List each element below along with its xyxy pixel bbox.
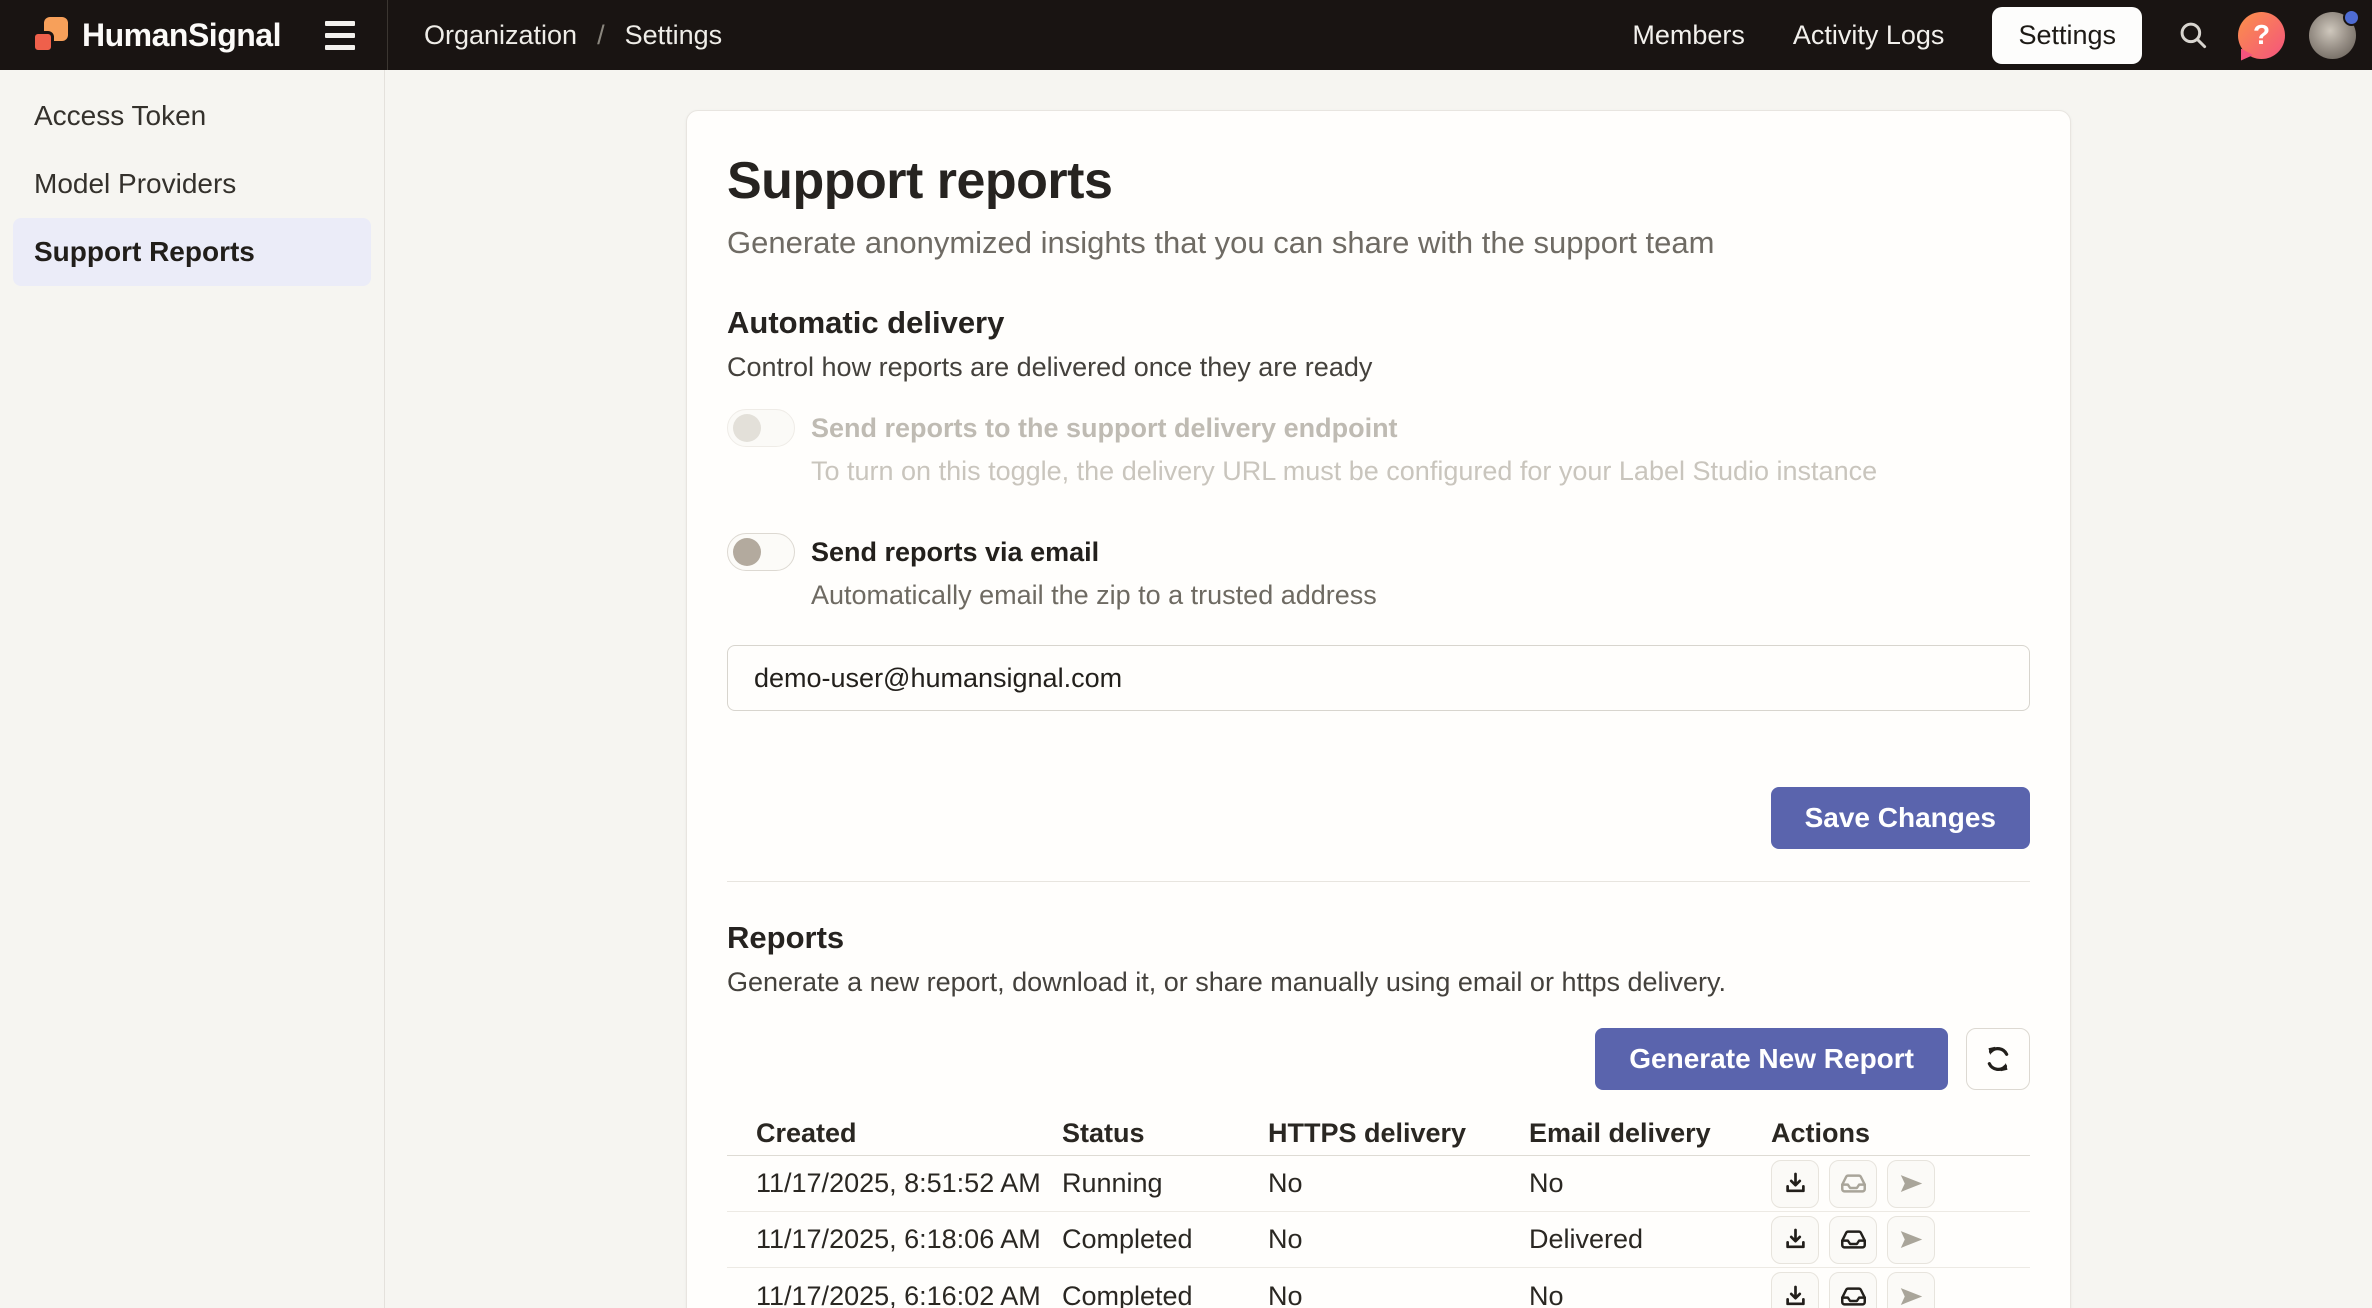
refresh-icon bbox=[1983, 1044, 2013, 1074]
reports-heading: Reports bbox=[727, 920, 2030, 956]
send-report-button[interactable] bbox=[1887, 1272, 1935, 1308]
settings-sidebar: Access Token Model Providers Support Rep… bbox=[0, 70, 385, 1308]
hamburger-icon bbox=[325, 21, 355, 26]
cell-email-delivery: Delivered bbox=[1529, 1224, 1771, 1255]
inbox-icon bbox=[1840, 1170, 1867, 1197]
search-icon bbox=[2176, 18, 2210, 52]
send-report-button[interactable] bbox=[1887, 1160, 1935, 1208]
email-delivery-toggle-description: Automatically email the zip to a trusted… bbox=[811, 579, 1377, 611]
reports-table-header: Created Status HTTPS delivery Email deli… bbox=[727, 1112, 2030, 1156]
cell-status: Completed bbox=[1062, 1281, 1268, 1308]
brand-logo[interactable]: HumanSignal bbox=[30, 15, 281, 55]
refresh-reports-button[interactable] bbox=[1966, 1028, 2030, 1090]
help-button[interactable]: ? bbox=[2238, 12, 2285, 59]
cell-created: 11/17/2025, 8:51:52 AM bbox=[727, 1168, 1062, 1199]
download-icon bbox=[1782, 1226, 1809, 1253]
toggle-knob bbox=[733, 538, 761, 566]
download-icon bbox=[1782, 1283, 1809, 1308]
question-mark-icon: ? bbox=[2253, 19, 2270, 51]
sidebar-item-label: Support Reports bbox=[34, 236, 255, 268]
table-row: 11/17/2025, 6:18:06 AM Completed No Deli… bbox=[727, 1212, 2030, 1268]
email-report-button bbox=[1829, 1160, 1877, 1208]
column-created: Created bbox=[727, 1118, 1062, 1149]
email-report-button[interactable] bbox=[1829, 1216, 1877, 1264]
menu-toggle-button[interactable] bbox=[319, 15, 361, 56]
cell-https-delivery: No bbox=[1268, 1168, 1529, 1199]
cell-created: 11/17/2025, 6:16:02 AM bbox=[727, 1281, 1062, 1308]
cell-email-delivery: No bbox=[1529, 1281, 1771, 1308]
support-reports-card: Support reports Generate anonymized insi… bbox=[686, 110, 2071, 1308]
reports-description: Generate a new report, download it, or s… bbox=[727, 966, 2030, 998]
endpoint-delivery-toggle-label: Send reports to the support delivery end… bbox=[811, 409, 1877, 447]
endpoint-delivery-toggle-row: Send reports to the support delivery end… bbox=[727, 409, 2030, 487]
send-icon bbox=[1898, 1170, 1925, 1197]
cell-status: Completed bbox=[1062, 1224, 1268, 1255]
cell-actions bbox=[1771, 1216, 2030, 1264]
breadcrumb-settings[interactable]: Settings bbox=[625, 20, 723, 51]
download-report-button[interactable] bbox=[1771, 1216, 1819, 1264]
page-title: Support reports bbox=[727, 151, 2030, 211]
trusted-email-input[interactable] bbox=[727, 645, 2030, 711]
email-delivery-toggle-row: Send reports via email Automatically ema… bbox=[727, 533, 2030, 611]
search-button[interactable] bbox=[2170, 12, 2216, 58]
main-content: Support reports Generate anonymized insi… bbox=[385, 70, 2372, 1308]
email-delivery-toggle[interactable] bbox=[727, 533, 795, 571]
send-icon bbox=[1898, 1283, 1925, 1308]
breadcrumb: Organization / Settings bbox=[424, 20, 722, 51]
table-row: 11/17/2025, 8:51:52 AM Running No No bbox=[727, 1156, 2030, 1212]
cell-actions bbox=[1771, 1160, 2030, 1208]
nav-divider bbox=[387, 0, 388, 70]
humansignal-logo-icon bbox=[30, 15, 70, 55]
table-row: 11/17/2025, 6:16:02 AM Completed No No bbox=[727, 1268, 2030, 1308]
nav-members-link[interactable]: Members bbox=[1632, 20, 1745, 51]
download-report-button[interactable] bbox=[1771, 1272, 1819, 1308]
column-https-delivery: HTTPS delivery bbox=[1268, 1118, 1529, 1149]
sidebar-item-label: Model Providers bbox=[34, 168, 236, 200]
email-delivery-toggle-label: Send reports via email bbox=[811, 533, 1377, 571]
breadcrumb-organization[interactable]: Organization bbox=[424, 20, 577, 51]
nav-settings-link[interactable]: Settings bbox=[1992, 7, 2142, 64]
sidebar-item-support-reports[interactable]: Support Reports bbox=[13, 218, 371, 286]
send-report-button[interactable] bbox=[1887, 1216, 1935, 1264]
endpoint-delivery-toggle bbox=[727, 409, 795, 447]
inbox-icon bbox=[1840, 1226, 1867, 1253]
sidebar-item-access-token[interactable]: Access Token bbox=[13, 82, 371, 150]
send-icon bbox=[1898, 1226, 1925, 1253]
page-subtitle: Generate anonymized insights that you ca… bbox=[727, 225, 2030, 261]
generate-new-report-button[interactable]: Generate New Report bbox=[1595, 1028, 1948, 1090]
toggle-knob bbox=[733, 414, 761, 442]
cell-actions bbox=[1771, 1272, 2030, 1308]
brand-name: HumanSignal bbox=[82, 17, 281, 54]
reports-table: Created Status HTTPS delivery Email deli… bbox=[727, 1112, 2030, 1308]
column-email-delivery: Email delivery bbox=[1529, 1118, 1771, 1149]
automatic-delivery-description: Control how reports are delivered once t… bbox=[727, 351, 2030, 383]
notification-badge bbox=[2343, 9, 2360, 26]
automatic-delivery-heading: Automatic delivery bbox=[727, 305, 2030, 341]
cell-status: Running bbox=[1062, 1168, 1268, 1199]
sidebar-item-label: Access Token bbox=[34, 100, 206, 132]
cell-https-delivery: No bbox=[1268, 1281, 1529, 1308]
section-divider bbox=[727, 881, 2030, 882]
email-report-button[interactable] bbox=[1829, 1272, 1877, 1308]
endpoint-delivery-toggle-description: To turn on this toggle, the delivery URL… bbox=[811, 455, 1877, 487]
column-actions: Actions bbox=[1771, 1118, 2030, 1149]
download-icon bbox=[1782, 1170, 1809, 1197]
column-status: Status bbox=[1062, 1118, 1268, 1149]
cell-https-delivery: No bbox=[1268, 1224, 1529, 1255]
sidebar-item-model-providers[interactable]: Model Providers bbox=[13, 150, 371, 218]
breadcrumb-separator: / bbox=[597, 20, 605, 51]
nav-activity-logs-link[interactable]: Activity Logs bbox=[1793, 20, 1945, 51]
top-navbar: HumanSignal Organization / Settings Memb… bbox=[0, 0, 2372, 70]
inbox-icon bbox=[1840, 1283, 1867, 1308]
download-report-button[interactable] bbox=[1771, 1160, 1819, 1208]
cell-email-delivery: No bbox=[1529, 1168, 1771, 1199]
save-changes-button[interactable]: Save Changes bbox=[1771, 787, 2030, 849]
cell-created: 11/17/2025, 6:18:06 AM bbox=[727, 1224, 1062, 1255]
user-avatar[interactable] bbox=[2309, 12, 2356, 59]
